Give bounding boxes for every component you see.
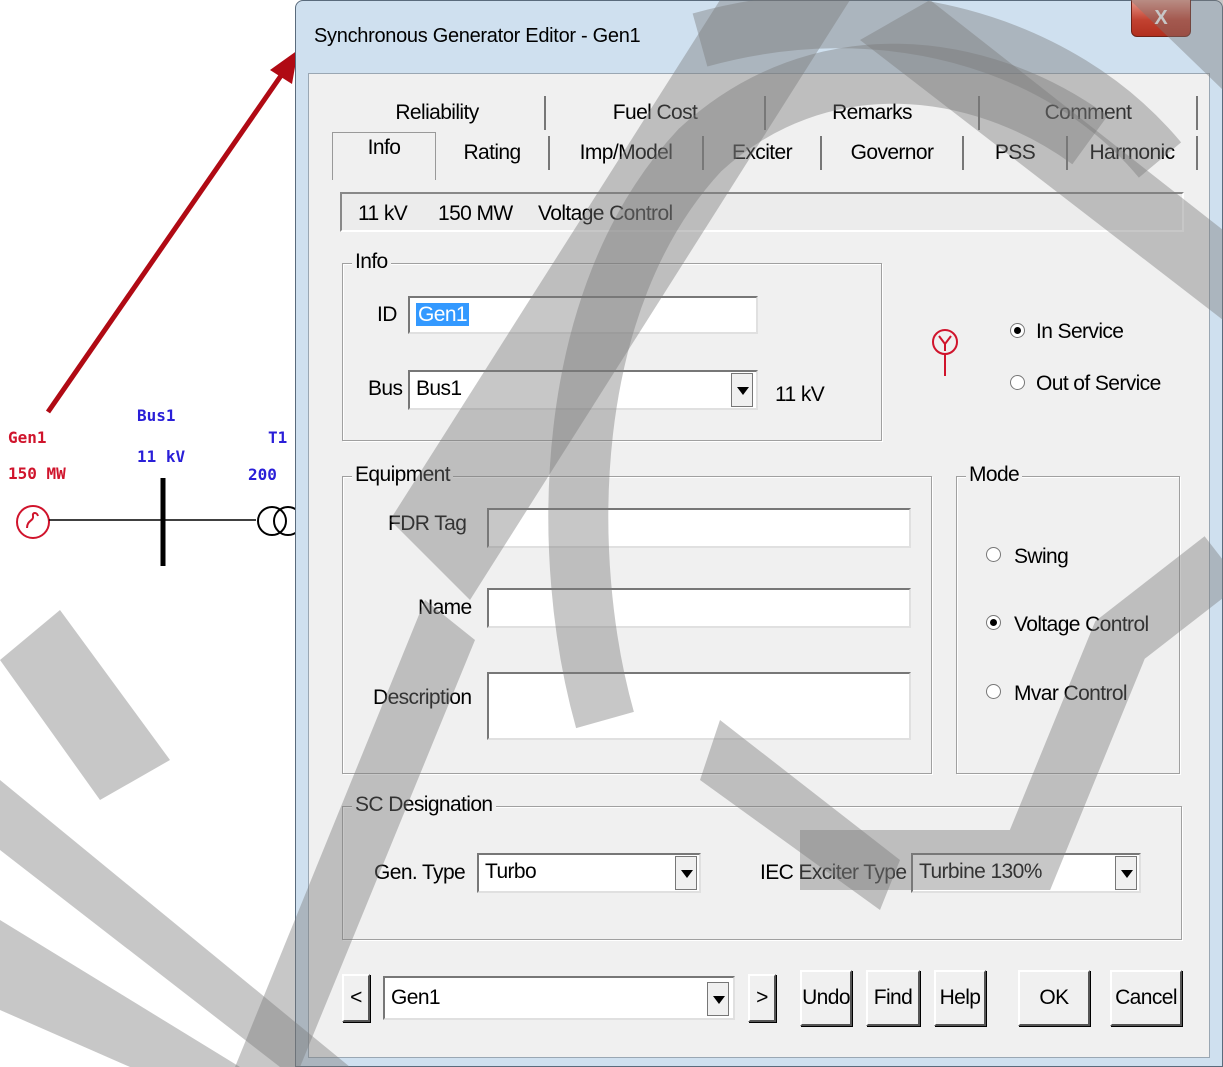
window-title: Synchronous Generator Editor - Gen1 bbox=[314, 25, 641, 47]
name-field[interactable] bbox=[487, 588, 911, 628]
id-label: ID bbox=[377, 303, 397, 326]
in-service-radio[interactable] bbox=[1010, 323, 1025, 338]
id-field[interactable]: Gen1 bbox=[408, 296, 758, 334]
status-power: 150 MW bbox=[438, 202, 513, 225]
generator-icon[interactable] bbox=[16, 505, 50, 539]
summary-status-bar: 11 kV 150 MW Voltage Control bbox=[340, 192, 1184, 232]
pointer-arrow bbox=[45, 50, 298, 414]
swing-radio[interactable] bbox=[986, 547, 1001, 562]
tab-reliability[interactable]: Reliability bbox=[330, 96, 546, 130]
help-button[interactable]: Help bbox=[934, 970, 986, 1026]
status-voltage: 11 kV bbox=[358, 202, 408, 225]
bus-dropdown-button[interactable] bbox=[731, 373, 753, 407]
tab-comment[interactable]: Comment bbox=[980, 96, 1198, 130]
element-select-value: Gen1 bbox=[391, 986, 441, 1009]
gen-type-label: Gen. Type bbox=[374, 861, 466, 884]
tab-governor[interactable]: Governor bbox=[822, 136, 964, 170]
mvar-control-radio[interactable] bbox=[986, 684, 1001, 699]
status-mode: Voltage Control bbox=[538, 202, 673, 225]
fdr-tag-label: FDR Tag bbox=[388, 512, 467, 535]
gen-type-value: Turbo bbox=[485, 860, 537, 883]
tab-harmonic[interactable]: Harmonic bbox=[1068, 136, 1198, 170]
out-of-service-radio[interactable] bbox=[1010, 375, 1025, 390]
element-select[interactable]: Gen1 bbox=[383, 976, 735, 1020]
tab-rating[interactable]: Rating bbox=[436, 136, 550, 170]
tab-imp-model[interactable]: Imp/Model bbox=[550, 136, 704, 170]
tab-pss[interactable]: PSS bbox=[964, 136, 1068, 170]
next-element-button[interactable]: > bbox=[748, 974, 776, 1022]
info-groupbox bbox=[342, 263, 882, 441]
undo-button[interactable]: Undo bbox=[800, 970, 852, 1026]
swing-label: Swing bbox=[1014, 545, 1069, 568]
previous-element-button[interactable]: < bbox=[342, 974, 370, 1022]
iec-exciter-label: IEC Exciter Type bbox=[760, 861, 907, 884]
ok-button[interactable]: OK bbox=[1018, 970, 1090, 1026]
id-value: Gen1 bbox=[416, 303, 469, 326]
in-service-label: In Service bbox=[1036, 320, 1124, 343]
bus-kv-label: 11 kV bbox=[775, 383, 825, 406]
close-button[interactable]: X bbox=[1131, 0, 1191, 37]
iec-exciter-dropdown-button[interactable] bbox=[1115, 856, 1137, 890]
iec-exciter-value: Turbine 130% bbox=[919, 860, 1042, 883]
voltage-control-radio[interactable] bbox=[986, 615, 1001, 630]
gen-type-dropdown-button[interactable] bbox=[675, 856, 697, 890]
iec-exciter-select[interactable]: Turbine 130% bbox=[911, 853, 1141, 893]
grounding-icon bbox=[932, 329, 958, 376]
one-line-diagram bbox=[16, 50, 300, 566]
transformer-icon[interactable] bbox=[257, 506, 300, 536]
out-of-service-label: Out of Service bbox=[1036, 372, 1161, 395]
tab-exciter[interactable]: Exciter bbox=[704, 136, 822, 170]
mode-group-title: Mode bbox=[966, 463, 1023, 487]
mvar-control-label: Mvar Control bbox=[1014, 682, 1128, 705]
description-label: Description bbox=[373, 686, 472, 709]
description-field[interactable] bbox=[487, 672, 911, 740]
bus-field-label: Bus bbox=[368, 377, 403, 400]
cancel-button[interactable]: Cancel bbox=[1110, 970, 1182, 1026]
equipment-group-title: Equipment bbox=[352, 463, 453, 487]
find-button[interactable]: Find bbox=[866, 970, 920, 1026]
info-group-title: Info bbox=[352, 250, 391, 274]
tab-info[interactable]: Info bbox=[332, 132, 436, 180]
voltage-control-label: Voltage Control bbox=[1014, 613, 1149, 636]
bus-select-value: Bus1 bbox=[416, 377, 462, 400]
fdr-tag-field[interactable] bbox=[487, 508, 911, 548]
name-label: Name bbox=[418, 596, 472, 619]
sc-designation-title: SC Designation bbox=[352, 793, 496, 817]
tab-remarks[interactable]: Remarks bbox=[766, 96, 980, 130]
tab-fuel-cost[interactable]: Fuel Cost bbox=[546, 96, 766, 130]
element-dropdown-button[interactable] bbox=[707, 982, 729, 1016]
gen-type-select[interactable]: Turbo bbox=[477, 853, 701, 893]
bus-select[interactable]: Bus1 bbox=[408, 370, 758, 410]
